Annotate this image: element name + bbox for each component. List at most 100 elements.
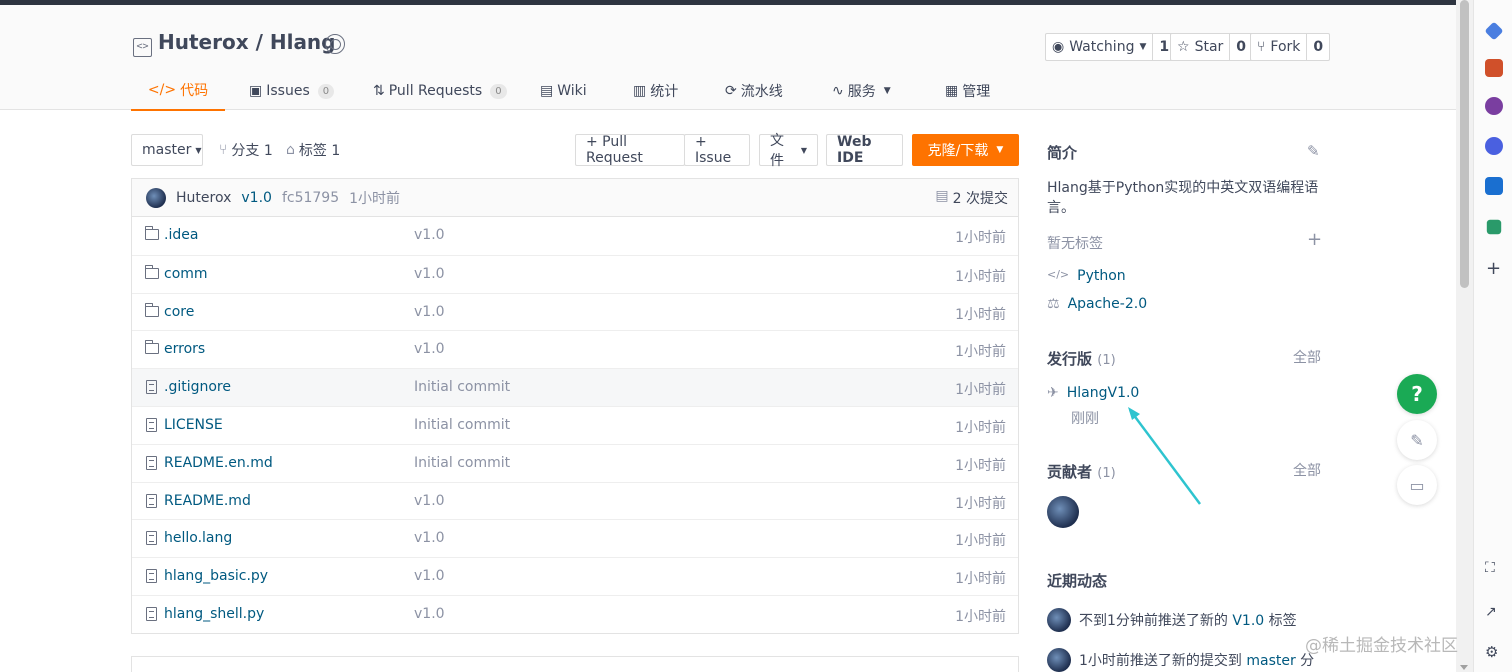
screenshot-icon[interactable]: ⛶ — [1485, 560, 1495, 576]
feedback-edit-button[interactable]: ✎ — [1397, 420, 1437, 460]
activity-link[interactable]: V1.0 — [1232, 613, 1264, 629]
fork-count[interactable]: 0 — [1306, 34, 1329, 60]
file-name[interactable]: hlang_basic.py — [164, 568, 268, 584]
tab-pull-requests[interactable]: ⇅ Pull Requests 0 — [373, 71, 523, 111]
file-time: 1小时前 — [955, 382, 1006, 399]
copilot-icon[interactable] — [1485, 137, 1503, 155]
file-name[interactable]: .idea — [164, 227, 198, 243]
tab-manage[interactable]: ▦ 管理 — [945, 71, 1025, 111]
send-icon[interactable] — [1486, 219, 1502, 235]
table-row[interactable]: .idea v1.0 1小时前 — [132, 217, 1018, 255]
tab-pipeline[interactable]: ⟳ 流水线 — [725, 71, 817, 111]
file-name[interactable]: .gitignore — [164, 379, 231, 395]
add-tag-icon[interactable]: + — [1307, 229, 1322, 250]
tab-issues-count: 0 — [317, 83, 335, 99]
tab-services[interactable]: ∿ 服务 ▼ — [832, 71, 930, 111]
file-commit-message[interactable]: v1.0 — [414, 341, 445, 357]
table-row[interactable]: hlang_basic.py v1.0 1小时前 — [132, 557, 1018, 595]
table-row[interactable]: errors v1.0 1小时前 — [132, 330, 1018, 368]
settings-gear-icon[interactable]: ⚙ — [1485, 643, 1498, 661]
commit-count-link[interactable]: ▤ 2 次提交 — [935, 188, 1008, 208]
tag-icon: ⌂ — [286, 142, 295, 158]
file-commit-message[interactable]: Initial commit — [414, 417, 510, 433]
web-ide-button[interactable]: Web IDE — [826, 134, 903, 166]
file-commit-message[interactable]: v1.0 — [414, 493, 445, 509]
scrollbar-thumb[interactable] — [1460, 0, 1469, 288]
releases-all-link[interactable]: 全部 — [1293, 347, 1321, 367]
tab-stats[interactable]: ▥ 统计 — [633, 71, 709, 111]
file-commit-message[interactable]: v1.0 — [414, 530, 445, 546]
file-commit-message[interactable]: v1.0 — [414, 568, 445, 584]
file-name[interactable]: comm — [164, 266, 208, 282]
table-row[interactable]: README.en.md Initial commit 1小时前 — [132, 443, 1018, 482]
people-icon[interactable] — [1485, 97, 1503, 115]
tags-label: 标签 1 — [298, 143, 341, 159]
file-commit-message[interactable]: v1.0 — [414, 304, 445, 320]
commit-author[interactable]: Huterox — [176, 190, 231, 206]
activity-item: 不到1分钟前推送了新的 V1.0 标签 — [1047, 608, 1297, 632]
commit-message[interactable]: v1.0 — [241, 190, 272, 206]
new-issue-button[interactable]: + Issue — [684, 134, 750, 166]
file-commit-message[interactable]: v1.0 — [414, 227, 445, 243]
description-line: Hlang基于Python实现的中英文双语编程语 — [1047, 180, 1319, 196]
file-name[interactable]: errors — [164, 341, 205, 357]
tab-code[interactable]: </> 代码 — [131, 71, 225, 111]
table-row[interactable]: hello.lang v1.0 1小时前 — [132, 519, 1018, 557]
file-name[interactable]: core — [164, 304, 194, 320]
contributors-all-link[interactable]: 全部 — [1293, 460, 1321, 480]
branch-select[interactable]: master ▼ — [131, 134, 203, 166]
tab-issues[interactable]: ▣ Issues 0 — [249, 71, 357, 111]
table-row[interactable]: .gitignore Initial commit 1小时前 — [132, 368, 1018, 406]
contributors-title: 贡献者 (1) — [1047, 461, 1116, 482]
file-dropdown[interactable]: 文件 ▼ — [759, 133, 818, 169]
watch-button[interactable]: ◉ Watching ▼ 1 — [1045, 33, 1177, 61]
new-pull-request-button[interactable]: + Pull Request — [575, 134, 685, 166]
avatar[interactable] — [1047, 496, 1079, 528]
clone-download-button[interactable]: 克隆/下载 ▼ — [912, 134, 1019, 166]
branches-label: 分支 1 — [231, 143, 273, 159]
scroll-down-arrow-icon[interactable] — [1460, 665, 1468, 670]
avatar[interactable] — [146, 187, 166, 208]
file-name[interactable]: hello.lang — [164, 530, 232, 546]
file-name[interactable]: hlang_shell.py — [164, 606, 264, 622]
help-button[interactable]: ? — [1397, 374, 1437, 414]
branches-link[interactable]: ⑂ 分支 1 — [219, 134, 273, 166]
file-name[interactable]: README.en.md — [164, 455, 273, 471]
language-link[interactable]: Python — [1077, 268, 1126, 284]
tag-extension-icon[interactable] — [1484, 21, 1504, 41]
add-icon[interactable]: + — [1486, 258, 1501, 279]
avatar[interactable] — [1047, 648, 1071, 672]
recommend-badge-icon[interactable] — [325, 34, 345, 54]
file-commit-message[interactable]: Initial commit — [414, 379, 510, 395]
table-row[interactable]: LICENSE Initial commit 1小时前 — [132, 405, 1018, 444]
table-row[interactable]: core v1.0 1小时前 — [132, 292, 1018, 331]
avatar[interactable] — [1047, 608, 1071, 632]
paper-plane-icon: ✈ — [1047, 385, 1059, 401]
page-scrollbar[interactable] — [1456, 0, 1473, 672]
activity-text: 不到1分钟前推送了新的 — [1079, 613, 1233, 629]
star-button[interactable]: ☆ Star 0 — [1170, 33, 1254, 61]
file-commit-message[interactable]: v1.0 — [414, 606, 445, 622]
outlook-icon[interactable] — [1485, 177, 1503, 195]
edit-icon[interactable]: ✎ — [1307, 142, 1320, 160]
release-link[interactable]: HlangV1.0 — [1067, 385, 1140, 401]
tab-wiki[interactable]: ▤ Wiki — [540, 71, 616, 111]
file-name[interactable]: README.md — [164, 493, 251, 509]
license-link[interactable]: Apache-2.0 — [1068, 296, 1148, 312]
file-commit-message[interactable]: Initial commit — [414, 455, 510, 471]
commit-hash[interactable]: fc51795 — [282, 190, 339, 206]
repo-owner-link[interactable]: Huterox — [158, 30, 249, 54]
star-count[interactable]: 0 — [1229, 34, 1252, 60]
table-row[interactable]: README.md v1.0 1小时前 — [132, 481, 1018, 520]
tags-link[interactable]: ⌂ 标签 1 — [286, 134, 341, 166]
file-icon — [146, 606, 157, 621]
chat-button[interactable]: ▭ — [1397, 465, 1437, 505]
activity-link[interactable]: master — [1246, 653, 1295, 669]
file-name[interactable]: LICENSE — [164, 417, 223, 433]
file-commit-message[interactable]: v1.0 — [414, 266, 445, 282]
table-row[interactable]: hlang_shell.py v1.0 1小时前 — [132, 594, 1018, 633]
table-row[interactable]: comm v1.0 1小时前 — [132, 254, 1018, 293]
briefcase-icon[interactable] — [1485, 59, 1503, 77]
open-external-icon[interactable]: ↗ — [1485, 604, 1497, 620]
fork-button[interactable]: ⑂ Fork 0 — [1250, 33, 1331, 61]
